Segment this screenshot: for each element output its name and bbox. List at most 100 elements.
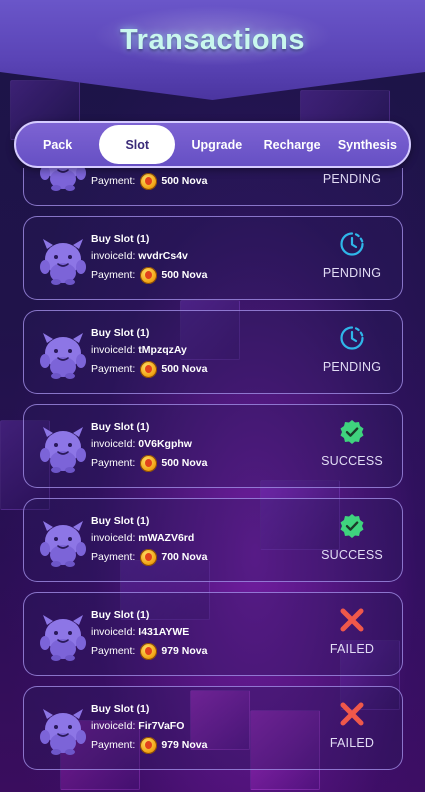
monster-avatar-icon bbox=[40, 709, 86, 755]
nova-coin-icon bbox=[140, 548, 158, 566]
payment-amount: 500 Nova bbox=[161, 456, 208, 469]
nova-coin-icon bbox=[140, 736, 158, 754]
payment-amount: 979 Nova bbox=[161, 644, 208, 657]
transaction-card[interactable]: Buy Slot (1) invoiceId: 8mFD75l Payment:… bbox=[23, 168, 403, 206]
page-title: Transactions bbox=[120, 24, 305, 56]
transaction-card[interactable]: Buy Slot (1) invoiceId: I431AYWE Payment… bbox=[23, 592, 403, 676]
transaction-card[interactable]: Buy Slot (1) invoiceId: mWAZV6rd Payment… bbox=[23, 498, 403, 582]
status-badge: FAILED bbox=[302, 607, 402, 656]
nova-coin-icon bbox=[140, 454, 158, 472]
tab-bar: Pack Slot Upgrade Recharge Synthesis bbox=[14, 121, 411, 168]
status-text: FAILED bbox=[329, 642, 375, 656]
transaction-info: Buy Slot (1) invoiceId: tMpzqzAy Payment… bbox=[91, 325, 207, 379]
transaction-info: Buy Slot (1) invoiceId: 0V6Kgphw Payment… bbox=[91, 419, 207, 473]
nova-coin-icon bbox=[140, 172, 158, 190]
transaction-title: Buy Slot (1) bbox=[91, 421, 150, 433]
invoice-id: I431AYWE bbox=[138, 626, 190, 638]
status-text: PENDING bbox=[322, 266, 382, 280]
monster-avatar-icon bbox=[40, 239, 86, 285]
status-text: FAILED bbox=[329, 736, 375, 750]
transaction-info: Buy Slot (1) invoiceId: I431AYWE Payment… bbox=[91, 607, 207, 661]
payment-row: Payment: 979 Nova bbox=[91, 641, 207, 661]
clock-icon bbox=[340, 326, 364, 350]
invoice-id: tMpzqzAy bbox=[138, 344, 187, 356]
invoice-row: invoiceId: wvdrCs4v bbox=[91, 248, 207, 265]
monster-avatar-icon bbox=[40, 521, 86, 567]
cross-icon bbox=[340, 608, 364, 632]
payment-label: Payment: bbox=[91, 268, 136, 281]
status-badge: SUCCESS bbox=[302, 513, 402, 562]
payment-amount: 500 Nova bbox=[161, 362, 208, 375]
payment-label: Payment: bbox=[91, 174, 136, 187]
payment-label: Payment: bbox=[91, 738, 136, 751]
status-badge: PENDING bbox=[302, 168, 402, 186]
invoice-row: invoiceId: tMpzqzAy bbox=[91, 342, 207, 359]
monster-avatar-icon bbox=[40, 615, 86, 661]
payment-amount: 979 Nova bbox=[161, 738, 208, 751]
transaction-card[interactable]: Buy Slot (1) invoiceId: tMpzqzAy Payment… bbox=[23, 310, 403, 394]
transaction-title: Buy Slot (1) bbox=[91, 609, 150, 621]
transaction-card[interactable]: Buy Slot (1) invoiceId: wvdrCs4v Payment… bbox=[23, 216, 403, 300]
invoice-label: invoiceId: bbox=[91, 250, 136, 262]
payment-amount: 700 Nova bbox=[161, 550, 208, 563]
nova-coin-icon bbox=[140, 642, 158, 660]
transaction-info: Buy Slot (1) invoiceId: 8mFD75l Payment:… bbox=[91, 168, 207, 191]
invoice-row: invoiceId: Fir7VaFO bbox=[91, 718, 207, 735]
status-text: SUCCESS bbox=[321, 548, 383, 562]
monster-avatar-icon bbox=[40, 333, 86, 379]
payment-label: Payment: bbox=[91, 456, 136, 469]
invoice-id: wvdrCs4v bbox=[138, 250, 188, 262]
transaction-card[interactable]: Buy Slot (1) invoiceId: 0V6Kgphw Payment… bbox=[23, 404, 403, 488]
invoice-id: 0V6Kgphw bbox=[138, 438, 192, 450]
transaction-title: Buy Slot (1) bbox=[91, 327, 150, 339]
invoice-label: invoiceId: bbox=[91, 438, 136, 450]
transaction-info: Buy Slot (1) invoiceId: wvdrCs4v Payment… bbox=[91, 231, 207, 285]
payment-label: Payment: bbox=[91, 362, 136, 375]
transaction-info: Buy Slot (1) invoiceId: mWAZV6rd Payment… bbox=[91, 513, 207, 567]
invoice-label: invoiceId: bbox=[91, 626, 136, 638]
clock-icon bbox=[340, 232, 364, 256]
status-text: SUCCESS bbox=[321, 454, 383, 468]
payment-row: Payment: 500 Nova bbox=[91, 359, 207, 379]
invoice-label: invoiceId: bbox=[91, 720, 136, 732]
tab-upgrade[interactable]: Upgrade bbox=[179, 125, 254, 164]
transaction-title: Buy Slot (1) bbox=[91, 233, 150, 245]
transaction-card[interactable]: Buy Slot (1) invoiceId: Fir7VaFO Payment… bbox=[23, 686, 403, 770]
transaction-title: Buy Slot (1) bbox=[91, 515, 150, 527]
transaction-list[interactable]: Buy Slot (1) invoiceId: 8mFD75l Payment:… bbox=[0, 168, 425, 792]
invoice-row: invoiceId: I431AYWE bbox=[91, 624, 207, 641]
tab-pack[interactable]: Pack bbox=[20, 125, 95, 164]
payment-row: Payment: 979 Nova bbox=[91, 735, 207, 755]
invoice-label: invoiceId: bbox=[91, 344, 136, 356]
payment-row: Payment: 500 Nova bbox=[91, 171, 207, 191]
nova-coin-icon bbox=[140, 360, 158, 378]
invoice-row: invoiceId: 0V6Kgphw bbox=[91, 436, 207, 453]
payment-row: Payment: 500 Nova bbox=[91, 453, 207, 473]
check-badge-icon bbox=[340, 514, 364, 538]
tab-recharge[interactable]: Recharge bbox=[255, 125, 330, 164]
monster-avatar-icon bbox=[40, 427, 86, 473]
tab-slot[interactable]: Slot bbox=[99, 125, 176, 164]
payment-label: Payment: bbox=[91, 550, 136, 563]
transaction-info: Buy Slot (1) invoiceId: Fir7VaFO Payment… bbox=[91, 701, 207, 755]
tab-synthesis[interactable]: Synthesis bbox=[330, 125, 405, 164]
payment-row: Payment: 500 Nova bbox=[91, 265, 207, 285]
monster-avatar-icon bbox=[40, 168, 86, 191]
status-badge: FAILED bbox=[302, 701, 402, 750]
transaction-title: Buy Slot (1) bbox=[91, 703, 150, 715]
invoice-row: invoiceId: mWAZV6rd bbox=[91, 530, 207, 547]
status-text: PENDING bbox=[322, 360, 382, 374]
status-badge: PENDING bbox=[302, 231, 402, 280]
invoice-label: invoiceId: bbox=[91, 532, 136, 544]
payment-amount: 500 Nova bbox=[161, 268, 208, 281]
status-badge: SUCCESS bbox=[302, 419, 402, 468]
payment-label: Payment: bbox=[91, 644, 136, 657]
status-badge: PENDING bbox=[302, 325, 402, 374]
payment-row: Payment: 700 Nova bbox=[91, 547, 207, 567]
cross-icon bbox=[340, 702, 364, 726]
invoice-id: Fir7VaFO bbox=[138, 720, 185, 732]
nova-coin-icon bbox=[140, 266, 158, 284]
invoice-id: mWAZV6rd bbox=[138, 532, 195, 544]
check-badge-icon bbox=[340, 420, 364, 444]
payment-amount: 500 Nova bbox=[161, 174, 208, 187]
